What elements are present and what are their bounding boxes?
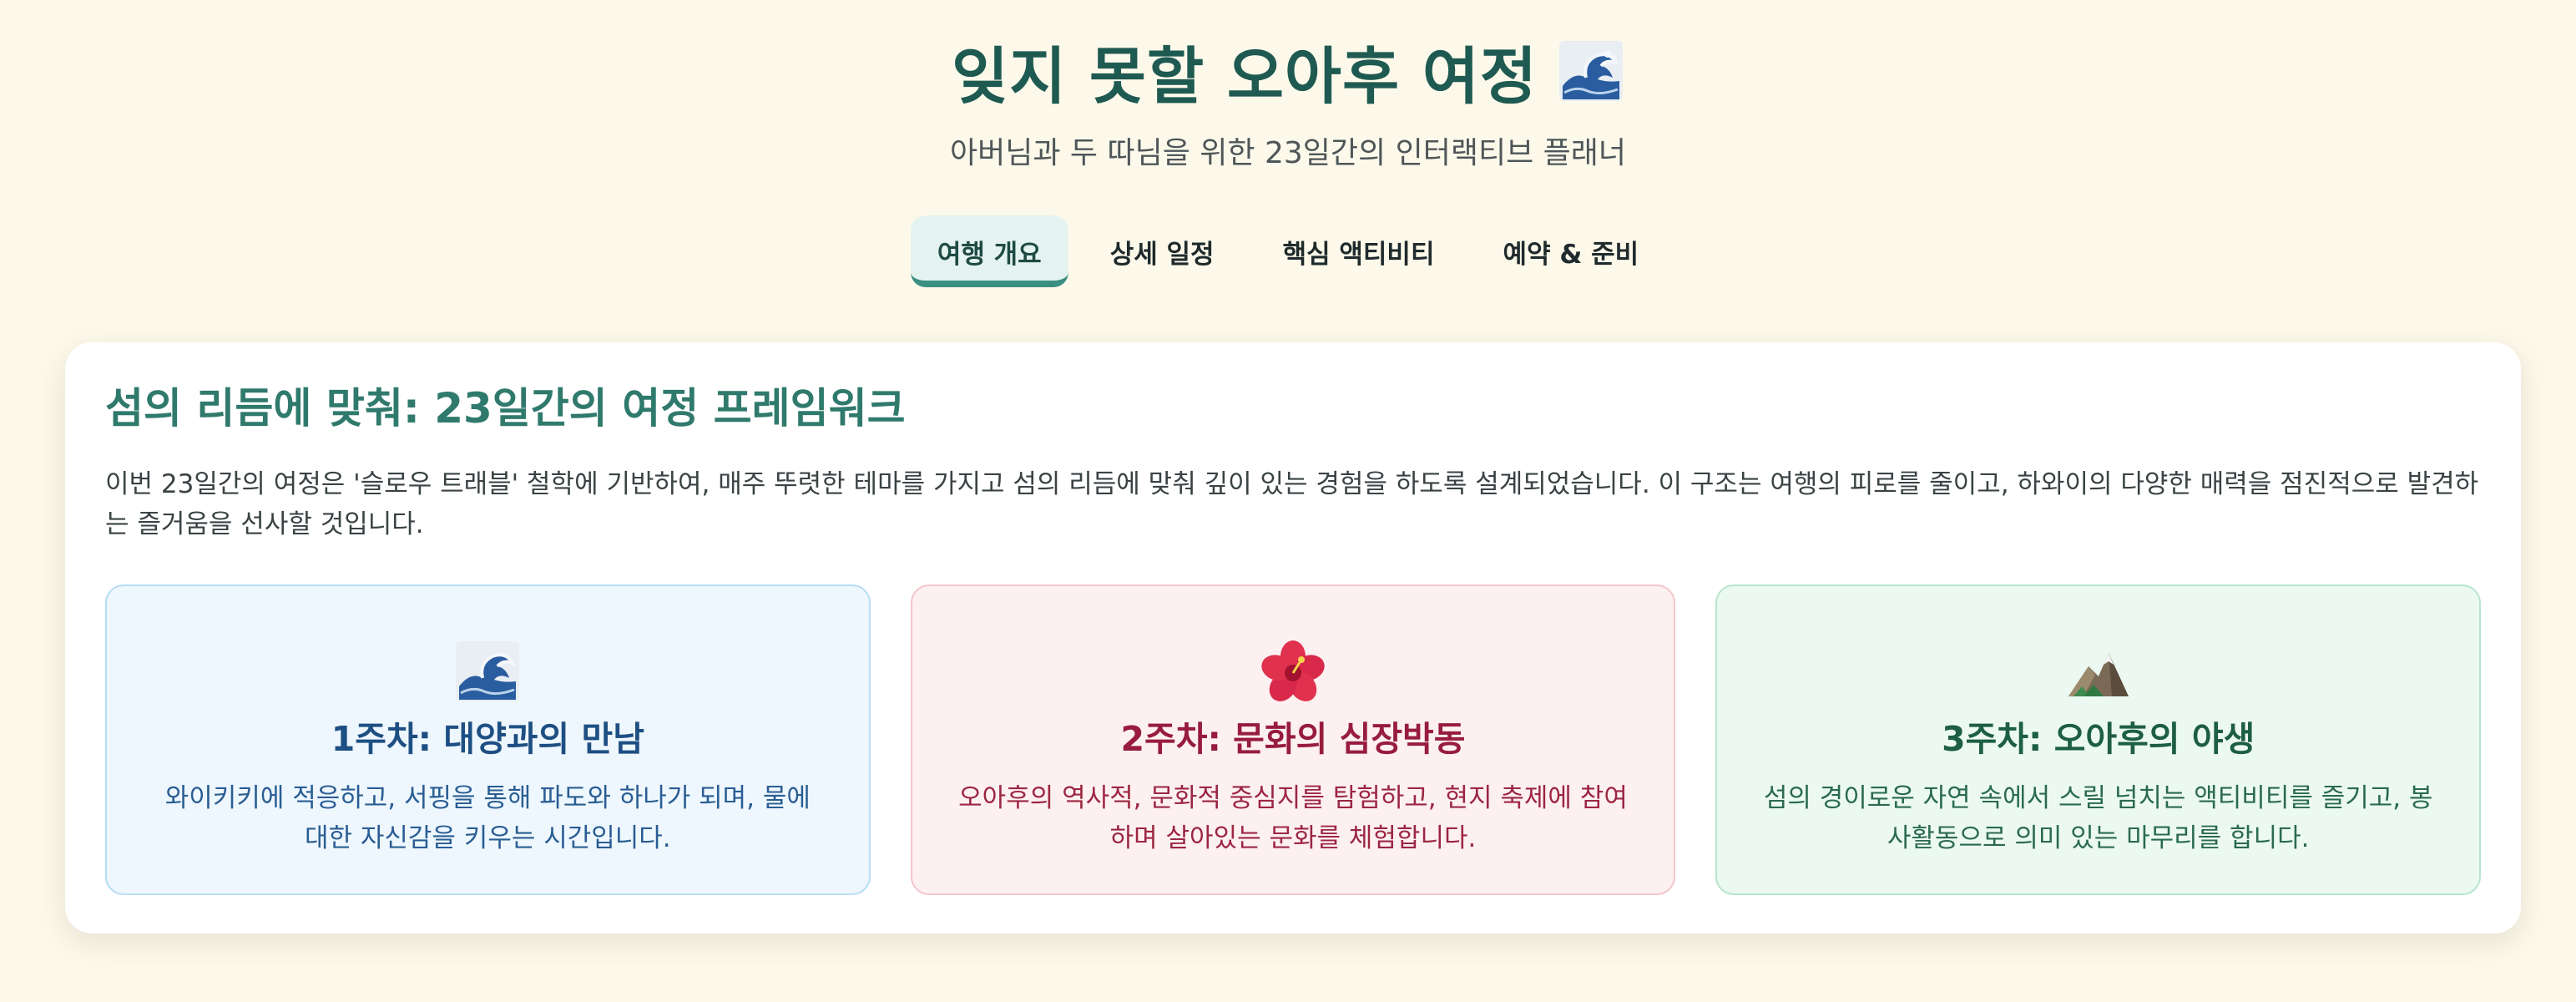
overview-heading: 섬의 리듬에 맞춰: 23일간의 여정 프레임워크 — [105, 384, 906, 433]
week-2-title: 2주차: 문화의 심장박동 — [1120, 719, 1466, 759]
title-row: 잊지 못할 오아후 여정 — [0, 25, 2576, 117]
tab-overview[interactable]: 여행 개요 — [910, 215, 1068, 287]
page-subtitle: 아버님과 두 따님을 위한 23일간의 인터랙티브 플래너 — [950, 136, 1626, 170]
tab-detailed-itinerary[interactable]: 상세 일정 — [1083, 215, 1241, 287]
week-2-text: 오아후의 역사적, 문화적 중심지를 탐험하고, 현지 축제에 참여하며 살아있… — [958, 783, 1628, 853]
tab-key-activities[interactable]: 핵심 액티비티 — [1256, 215, 1462, 287]
mountain-icon — [2068, 653, 2129, 696]
page-title: 잊지 못할 오아후 여정 — [951, 40, 1538, 113]
week-3-text: 섬의 경이로운 자연 속에서 스릴 넘치는 액티비티를 즐기고, 봉사활동으로 … — [1763, 783, 2433, 853]
hibiscus-icon — [1261, 640, 1325, 701]
week-1-text: 와이키키에 적응하고, 서핑을 통해 파도와 하나가 되며, 물에 대한 자신감… — [164, 783, 811, 853]
weekly-themes: 1주차: 대양과의 만남 와이키키에 적응하고, 서핑을 통해 파도와 하나가 … — [105, 584, 2482, 895]
week-3-title: 3주차: 오아후의 야생 — [1942, 719, 2255, 759]
page-header: 잊지 못할 오아후 여정 아버님과 두 따님을 위한 23일간의 인터랙티브 플… — [0, 25, 2576, 172]
week-2-card: 2주차: 문화의 심장박동 오아후의 역사적, 문화적 중심지를 탐험하고, 현… — [910, 584, 1676, 895]
wave-icon — [1559, 41, 1623, 101]
tab-booking-prep[interactable]: 예약 & 준비 — [1476, 215, 1665, 287]
wave-icon — [456, 641, 520, 701]
week-3-card: 3주차: 오아후의 야생 섬의 경이로운 자연 속에서 스릴 넘치는 액티비티를… — [1715, 584, 2482, 895]
overview-card: 섬의 리듬에 맞춰: 23일간의 여정 프레임워크 이번 23일간의 여정은 '… — [65, 342, 2521, 934]
week-1-card: 1주차: 대양과의 만남 와이키키에 적응하고, 서핑을 통해 파도와 하나가 … — [105, 584, 871, 895]
main-tab-nav: 여행 개요 상세 일정 핵심 액티비티 예약 & 준비 — [0, 215, 2576, 287]
week-1-title: 1주차: 대양과의 만남 — [331, 719, 644, 759]
overview-description: 이번 23일간의 여정은 '슬로우 트래블' 철학에 기반하여, 매주 뚜렷한 … — [105, 469, 2479, 539]
